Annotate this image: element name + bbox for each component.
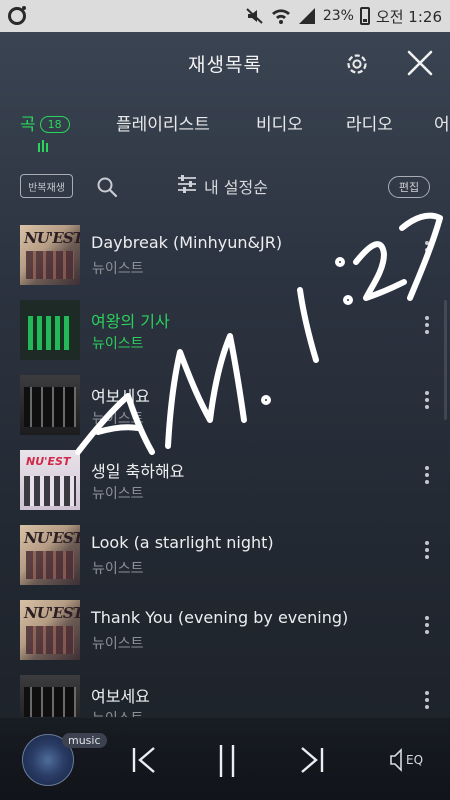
more-options-icon[interactable] (424, 466, 430, 486)
sort-button[interactable]: 내 설정순 (176, 174, 268, 198)
tab-songs[interactable]: 곡 18 (20, 110, 70, 135)
signal-icon (297, 7, 317, 25)
status-bar: 23% 오전 1:26 (0, 0, 450, 32)
tab-radio[interactable]: 라디오 (346, 110, 393, 135)
list-toolbar: 반복재생 내 설정순 편집 (0, 168, 450, 206)
category-tabs: 곡 18 플레이리스트 비디오 라디오 어 (0, 104, 450, 154)
song-row[interactable]: NU'EST Daybreak (Minhyun&JR) 뉴이스트 (0, 217, 450, 292)
song-artist: 뉴이스트 (92, 636, 144, 652)
song-title: Daybreak (Minhyun&JR) (91, 233, 283, 252)
song-row[interactable]: NU'EST Thank You (evening by evening) 뉴이스트 (0, 592, 450, 667)
search-icon[interactable] (96, 176, 118, 198)
song-artist: 뉴이스트 (92, 486, 144, 502)
song-row[interactable]: 여보세요뉴이스트 (0, 667, 450, 717)
album-art: NU'EST (20, 450, 80, 510)
music-tag: music (62, 733, 107, 748)
album-art-text: NU'EST (24, 229, 80, 247)
album-art-text: NU'EST (24, 529, 80, 547)
tab-active-indicator (38, 140, 48, 152)
wifi-icon (271, 7, 291, 25)
song-title: 여왕의 기사 (91, 312, 170, 331)
mini-player: music EQ (0, 718, 450, 800)
next-icon[interactable] (294, 742, 328, 778)
song-title: Look (a starlight night) (91, 533, 274, 552)
album-art: NU'EST (20, 600, 80, 660)
album-art (20, 675, 80, 717)
song-artist: 뉴이스트 (92, 336, 144, 352)
album-art-text: NU'EST (26, 455, 71, 468)
battery-icon (359, 7, 370, 25)
song-title: Thank You (evening by evening) (91, 608, 349, 627)
tab-playlists[interactable]: 플레이리스트 (116, 110, 210, 135)
song-title: 생일 축하해요 (91, 462, 185, 481)
sort-sliders-icon (176, 174, 198, 198)
album-art (20, 375, 80, 435)
song-artist: 뉴이스트 (92, 561, 144, 577)
song-row[interactable]: 여왕의 기사뉴이스트 (0, 292, 450, 367)
tab-videos[interactable]: 비디오 (256, 110, 303, 135)
song-title: 여보세요 (91, 387, 150, 406)
song-row[interactable]: NU'EST Look (a starlight night) 뉴이스트 (0, 517, 450, 592)
repeat-button[interactable]: 반복재생 (20, 174, 73, 198)
eq-label: EQ (406, 753, 424, 767)
more-options-icon[interactable] (424, 541, 430, 561)
more-options-icon[interactable] (424, 691, 430, 711)
sort-label: 내 설정순 (204, 178, 268, 197)
equalizer-button[interactable]: EQ (388, 746, 428, 774)
album-art (20, 300, 80, 360)
scrollbar[interactable] (444, 300, 447, 420)
song-title: 여보세요 (91, 687, 150, 706)
song-row[interactable]: NU'EST 생일 축하해요뉴이스트 (0, 442, 450, 517)
more-options-icon[interactable] (424, 316, 430, 336)
song-artist: 뉴이스트 (92, 708, 144, 717)
tab-more-partial[interactable]: 어 (434, 110, 450, 135)
song-artist: 뉴이스트 (92, 261, 144, 277)
edit-button[interactable]: 편집 (388, 176, 430, 198)
song-row[interactable]: 여보세요뉴이스트 (0, 367, 450, 442)
tab-songs-label: 곡 (20, 115, 36, 135)
song-count-badge: 18 (39, 116, 70, 133)
more-options-icon[interactable] (424, 616, 430, 636)
clock: 오전 1:26 (375, 7, 442, 26)
more-options-icon[interactable] (424, 391, 430, 411)
song-list: NU'EST Daybreak (Minhyun&JR) 뉴이스트 여왕의 기사 뉴이스… (0, 217, 450, 717)
page-title: 재생목록 (188, 53, 262, 76)
previous-icon[interactable] (128, 742, 162, 778)
mute-icon (245, 7, 265, 25)
pause-icon[interactable] (210, 742, 244, 778)
more-options-icon[interactable] (424, 241, 430, 261)
battery-percent: 23% (322, 8, 354, 24)
settings-gear-icon[interactable] (343, 50, 371, 78)
album-art: NU'EST (20, 525, 80, 585)
playlist-header: 재생목록 (0, 32, 450, 94)
song-artist: 뉴이스트 (92, 411, 144, 427)
album-art: NU'EST (20, 225, 80, 285)
close-icon[interactable] (405, 48, 435, 78)
album-art-text: NU'EST (24, 604, 80, 622)
notification-app-icon (8, 6, 26, 25)
